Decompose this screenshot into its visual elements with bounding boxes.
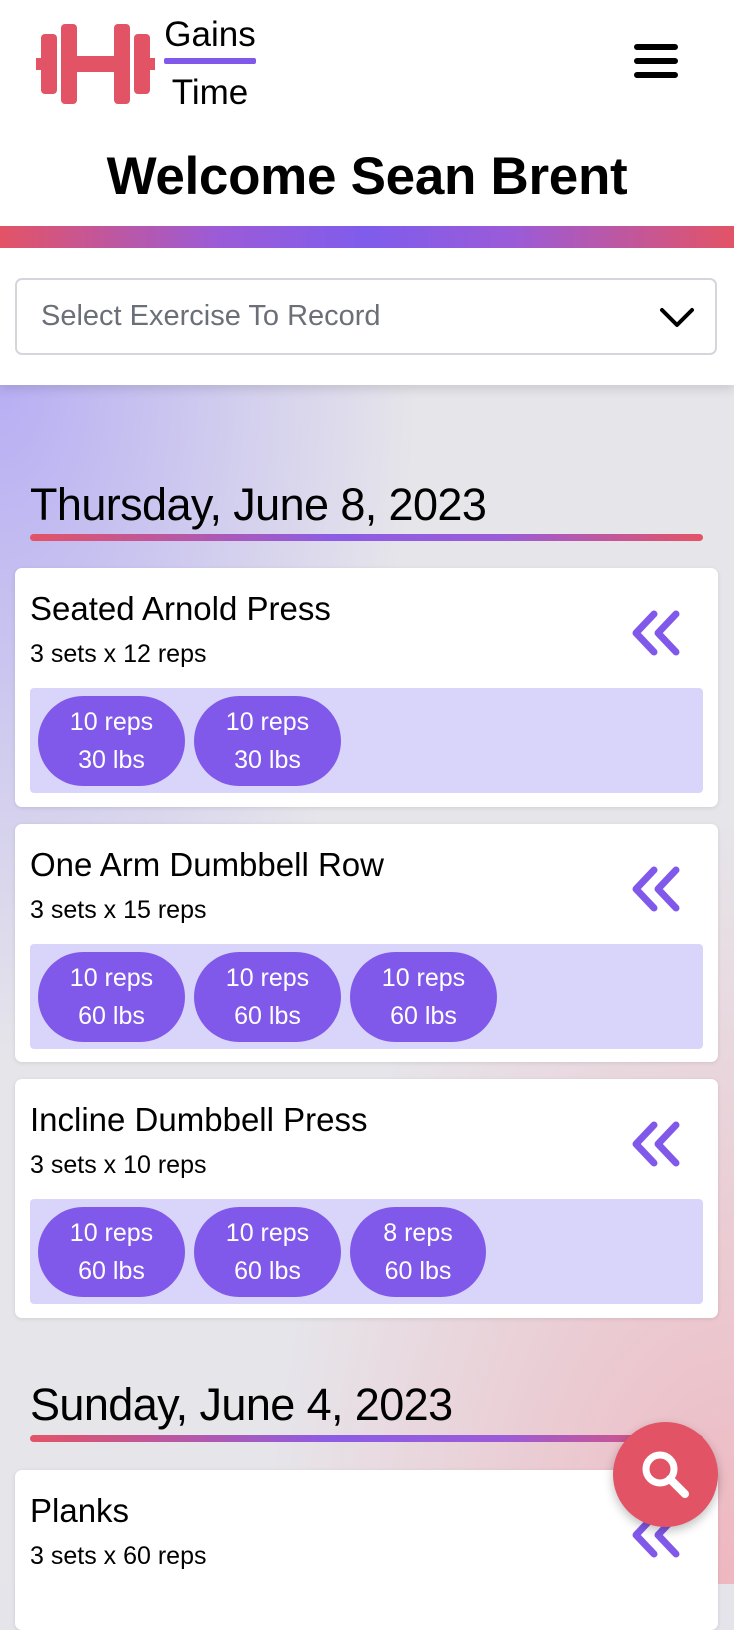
set-weight: 60 lbs [384,1257,452,1285]
dumbbell-logo-icon[interactable] [36,22,156,106]
brand-top-text: Gains [164,15,256,54]
exercise-name: Incline Dumbbell Press [30,1101,368,1138]
sets-list: 10 reps 60 lbs 10 reps 60 lbs 8 reps 60 … [30,1199,703,1304]
set-weight: 30 lbs [234,746,301,774]
exercise-name: Seated Arnold Press [30,590,331,627]
exercise-card: One Arm Dumbbell Row 3 sets x 15 reps 10… [15,824,718,1062]
chevron-down-icon [660,308,694,327]
set-pill[interactable]: 10 reps 60 lbs [350,952,497,1042]
set-pill[interactable]: 10 reps 60 lbs [38,952,185,1042]
header-gradient-divider [0,226,734,248]
set-pill[interactable]: 10 reps 60 lbs [194,952,341,1042]
exercise-target: 3 sets x 10 reps [30,1151,207,1179]
date-divider [30,534,703,541]
set-weight: 60 lbs [234,1257,301,1285]
double-chevron-left-icon[interactable] [628,864,684,914]
set-pill[interactable]: 8 reps 60 lbs [350,1207,486,1297]
set-weight: 30 lbs [78,746,145,774]
set-reps: 10 reps [225,964,310,992]
double-chevron-left-icon[interactable] [628,1119,684,1169]
brand-wordmark[interactable]: Gains Time [162,14,258,114]
sets-list: 10 reps 60 lbs 10 reps 60 lbs 10 reps 60… [30,944,703,1049]
exercise-select[interactable]: Select Exercise To Record [15,278,717,355]
exercise-card: Incline Dumbbell Press 3 sets x 10 reps … [15,1079,718,1318]
double-chevron-left-icon[interactable] [628,608,684,658]
date-heading: Thursday, June 8, 2023 [30,479,487,530]
date-heading: Sunday, June 4, 2023 [30,1379,453,1430]
set-reps: 10 reps [381,964,466,992]
set-reps: 10 reps [225,1219,310,1247]
exercise-card: Planks 3 sets x 60 reps [15,1470,718,1630]
exercise-name: Planks [30,1492,130,1529]
exercise-target: 3 sets x 60 reps [30,1542,207,1570]
exercise-target: 3 sets x 12 reps [30,640,207,668]
set-reps: 10 reps [69,964,154,992]
set-weight: 60 lbs [78,1002,145,1030]
set-weight: 60 lbs [390,1002,457,1030]
hamburger-menu-icon[interactable] [634,44,678,82]
set-reps: 10 reps [69,708,154,736]
workout-log: Thursday, June 8, 2023 Seated Arnold Pre… [0,385,734,1630]
page-title: Welcome Sean Brent [106,147,628,206]
exercise-target: 3 sets x 15 reps [30,896,207,924]
date-divider [30,1435,703,1442]
exercise-select-placeholder: Select Exercise To Record [41,300,381,332]
set-pill[interactable]: 10 reps 30 lbs [194,696,341,786]
set-pill[interactable]: 10 reps 60 lbs [38,1207,185,1297]
sets-list: 10 reps 30 lbs 10 reps 30 lbs [30,688,703,793]
set-weight: 60 lbs [78,1257,145,1285]
brand-bottom-text: Time [171,73,249,112]
set-weight: 60 lbs [234,1002,301,1030]
set-reps: 10 reps [69,1219,154,1247]
search-button[interactable] [613,1422,718,1527]
search-icon [642,1451,689,1498]
set-pill[interactable]: 10 reps 30 lbs [38,696,185,786]
brand-underline [164,58,256,64]
set-reps: 8 reps [383,1219,453,1247]
set-pill[interactable]: 10 reps 60 lbs [194,1207,341,1297]
exercise-name: One Arm Dumbbell Row [30,846,384,883]
app-header: Gains Time Welcome Sean Brent Select Exe… [0,0,734,385]
exercise-card: Seated Arnold Press 3 sets x 12 reps 10 … [15,568,718,807]
set-reps: 10 reps [225,708,310,736]
